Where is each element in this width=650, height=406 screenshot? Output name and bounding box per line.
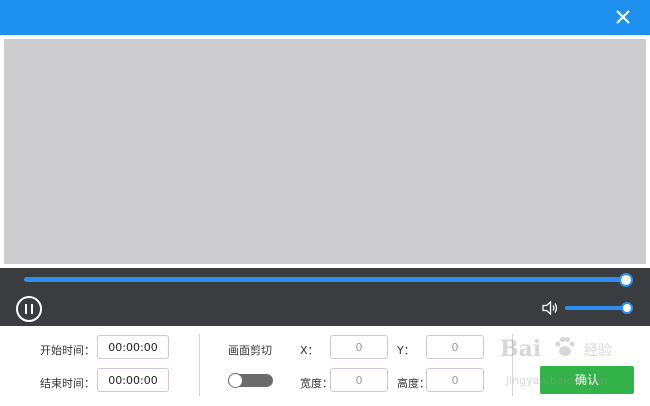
end-time-input[interactable]: 00:00:00	[97, 368, 169, 392]
seek-progress-fill	[24, 277, 626, 282]
volume-slider[interactable]	[565, 302, 633, 314]
paw-icon	[555, 336, 575, 356]
speaker-icon	[542, 300, 558, 316]
y-label: Y：	[397, 344, 415, 357]
watermark-brand: Bai	[500, 336, 542, 362]
crop-toggle[interactable]	[228, 373, 273, 388]
watermark-sub: 经验	[584, 343, 612, 359]
toggle-knob	[228, 373, 243, 388]
crop-label: 画面剪切	[228, 344, 272, 357]
settings-panel: 开始时间： 00:00:00 结束时间： 00:00:00 画面剪切 X： 0 …	[0, 326, 650, 406]
divider	[199, 334, 200, 396]
volume-thumb[interactable]	[621, 302, 633, 314]
seek-thumb[interactable]	[619, 273, 633, 287]
video-preview-frame	[0, 35, 650, 268]
x-label: X：	[300, 344, 319, 357]
video-editor-window: 开始时间： 00:00:00 结束时间： 00:00:00 画面剪切 X： 0 …	[0, 0, 650, 406]
start-time-input[interactable]: 00:00:00	[97, 335, 169, 359]
volume-fill	[565, 306, 627, 310]
player-control-bar	[0, 268, 650, 326]
seek-slider[interactable]	[24, 273, 633, 287]
title-bar	[0, 0, 650, 35]
y-input[interactable]: 0	[426, 335, 484, 359]
video-preview[interactable]	[4, 39, 646, 264]
end-time-label: 结束时间：	[40, 377, 95, 390]
divider	[512, 334, 513, 396]
height-input[interactable]: 0	[426, 368, 484, 392]
width-input[interactable]: 0	[330, 368, 388, 392]
close-icon	[616, 10, 630, 24]
width-label: 宽度：	[300, 377, 333, 390]
confirm-button[interactable]: 确认	[540, 366, 634, 394]
close-button[interactable]	[612, 6, 634, 28]
x-input[interactable]: 0	[330, 335, 388, 359]
volume-button[interactable]	[541, 299, 559, 317]
pause-button[interactable]	[16, 296, 42, 322]
start-time-label: 开始时间：	[40, 344, 95, 357]
